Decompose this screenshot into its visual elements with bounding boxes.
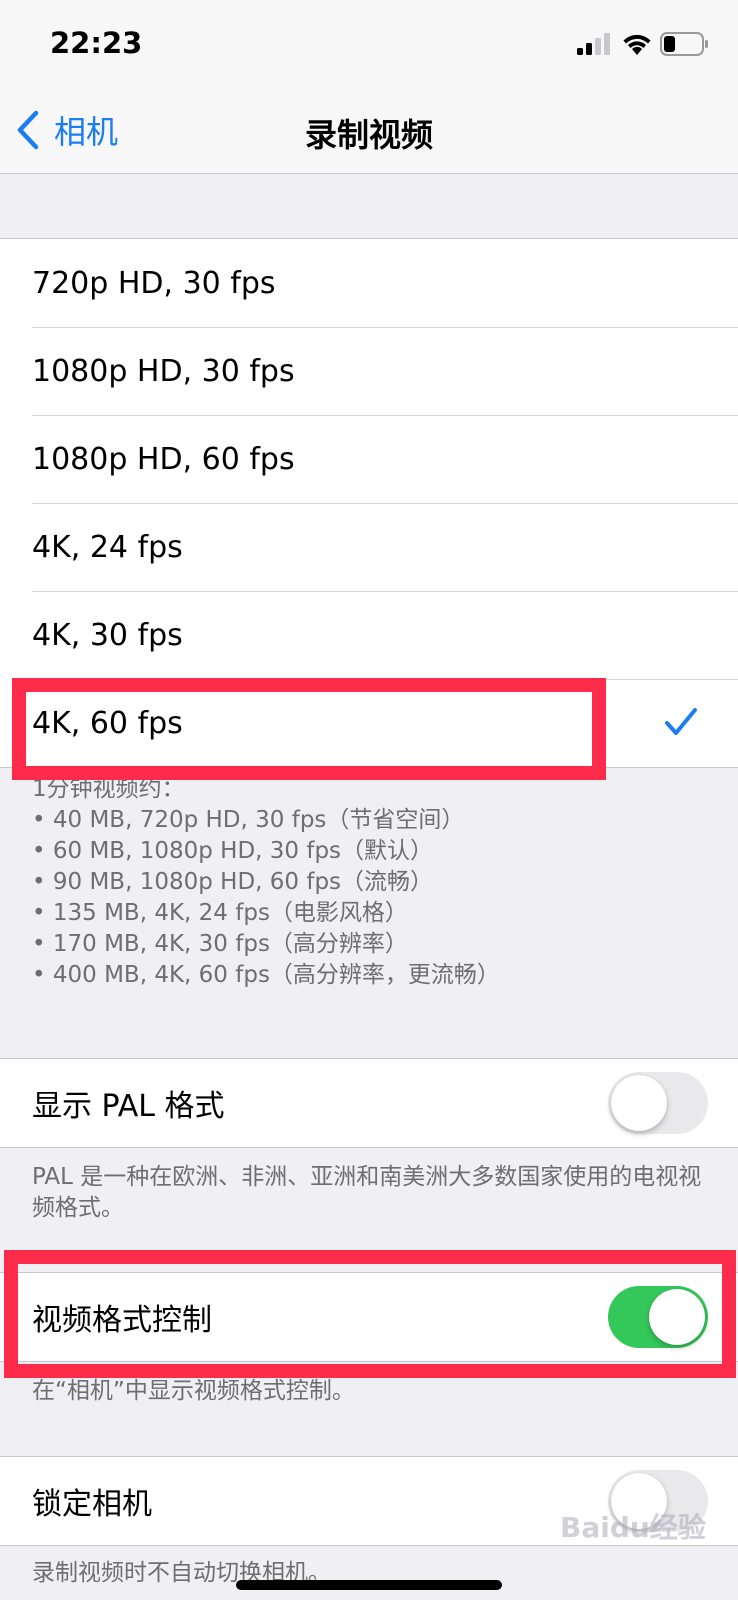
size-line: • 90 MB, 1080p HD, 60 fps（流畅） <box>32 869 434 895</box>
lock-camera-label: 锁定相机 <box>32 1487 152 1522</box>
size-line: • 400 MB, 4K, 60 fps（高分辨率，更流畅） <box>32 962 500 988</box>
cellular-signal-icon <box>577 33 610 55</box>
navigation-bar: 相机 录制视频 <box>0 90 738 174</box>
format-option-4k24[interactable]: 4K, 24 fps <box>0 503 738 591</box>
format-control-toggle[interactable] <box>608 1286 708 1348</box>
pal-row: 显示 PAL 格式 <box>0 1059 738 1147</box>
size-line: • 40 MB, 720p HD, 30 fps（节省空间） <box>32 807 465 833</box>
size-footnote: 1分钟视频约： • 40 MB, 720p HD, 30 fps（节省空间） •… <box>32 774 712 991</box>
pal-toggle[interactable] <box>608 1072 708 1134</box>
format-option-4k30[interactable]: 4K, 30 fps <box>0 591 738 679</box>
format-control-label: 视频格式控制 <box>32 1303 212 1338</box>
toggle-knob <box>611 1075 667 1131</box>
wifi-icon <box>623 34 651 55</box>
format-label: 4K, 60 fps <box>32 705 183 741</box>
pal-group: 显示 PAL 格式 <box>0 1058 738 1148</box>
page-title: 录制视频 <box>304 116 433 154</box>
format-option-1080p30[interactable]: 1080p HD, 30 fps <box>0 327 738 415</box>
pal-footnote: PAL 是一种在欧洲、非洲、亚洲和南美洲大多数国家使用的电视视频格式。 <box>32 1164 702 1221</box>
format-option-1080p60[interactable]: 1080p HD, 60 fps <box>0 415 738 503</box>
size-line: • 60 MB, 1080p HD, 30 fps（默认） <box>32 838 434 864</box>
status-bar: 22:23 <box>0 0 738 90</box>
format-control-row: 视频格式控制 <box>0 1273 738 1361</box>
format-label: 4K, 30 fps <box>32 617 183 653</box>
watermark: Baidu经验 <box>560 1511 706 1544</box>
battery-icon <box>660 32 708 56</box>
format-label: 1080p HD, 60 fps <box>32 441 295 477</box>
status-time: 22:23 <box>50 26 143 60</box>
format-label: 720p HD, 30 fps <box>32 265 276 301</box>
checkmark-icon <box>665 708 697 735</box>
pal-label: 显示 PAL 格式 <box>32 1089 225 1124</box>
size-heading: 1分钟视频约： <box>32 776 185 802</box>
format-list: 720p HD, 30 fps 1080p HD, 30 fps 1080p H… <box>0 238 738 768</box>
format-label: 1080p HD, 30 fps <box>32 353 295 389</box>
toggle-knob <box>649 1289 705 1345</box>
format-label: 4K, 24 fps <box>32 529 183 565</box>
format-control-group: 视频格式控制 <box>0 1272 738 1362</box>
size-line: • 135 MB, 4K, 24 fps（电影风格） <box>32 900 408 926</box>
format-option-720p30[interactable]: 720p HD, 30 fps <box>0 239 738 327</box>
format-control-footnote: 在“相机”中显示视频格式控制。 <box>32 1378 355 1404</box>
size-line: • 170 MB, 4K, 30 fps（高分辨率） <box>32 931 408 957</box>
home-indicator[interactable] <box>236 1580 502 1590</box>
format-option-4k60[interactable]: 4K, 60 fps <box>0 679 738 767</box>
